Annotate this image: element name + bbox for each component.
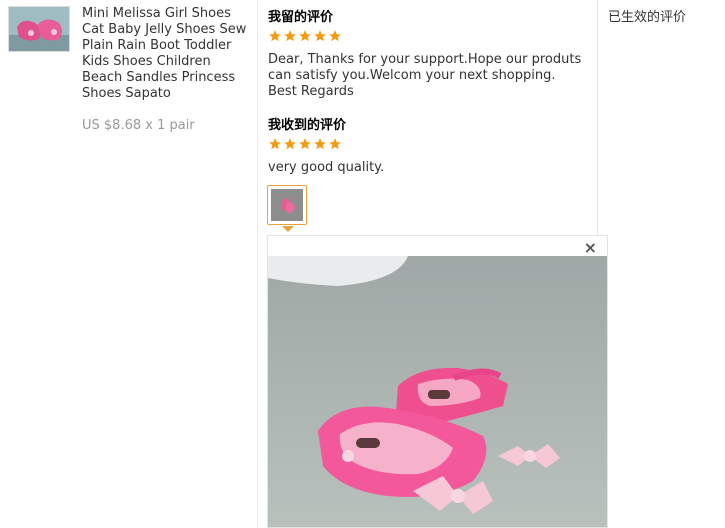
star-icon bbox=[299, 138, 311, 150]
star-icon bbox=[314, 138, 326, 150]
my-feedback-heading: 我留的评价 bbox=[268, 10, 334, 25]
my-feedback-stars bbox=[268, 29, 342, 43]
thumbnail-pointer-icon bbox=[282, 226, 294, 232]
star-icon bbox=[269, 30, 281, 42]
star-icon bbox=[329, 30, 341, 42]
star-icon bbox=[314, 30, 326, 42]
product-thumbnail[interactable] bbox=[8, 6, 70, 52]
feedback-photo bbox=[268, 256, 607, 527]
star-icon bbox=[329, 138, 341, 150]
column-divider-1 bbox=[257, 0, 258, 528]
star-icon bbox=[299, 30, 311, 42]
star-icon bbox=[284, 138, 296, 150]
received-feedback-heading: 我收到的评价 bbox=[268, 118, 347, 133]
received-feedback-stars bbox=[268, 137, 342, 151]
my-feedback-text: Dear, Thanks for your support.Hope our p… bbox=[268, 52, 582, 99]
received-feedback-text: very good quality. bbox=[268, 160, 385, 175]
star-icon bbox=[284, 30, 296, 42]
product-title-link[interactable]: Mini Melissa Girl Shoes Cat Baby Jelly S… bbox=[82, 6, 254, 102]
photo-viewer: × bbox=[267, 235, 608, 528]
close-icon[interactable]: × bbox=[584, 240, 597, 256]
product-price: US $8.68 x 1 pair bbox=[82, 118, 195, 133]
star-icon bbox=[269, 138, 281, 150]
feedback-photo-thumbnail[interactable] bbox=[267, 185, 307, 225]
feedback-status: 已生效的评价 bbox=[608, 10, 687, 25]
